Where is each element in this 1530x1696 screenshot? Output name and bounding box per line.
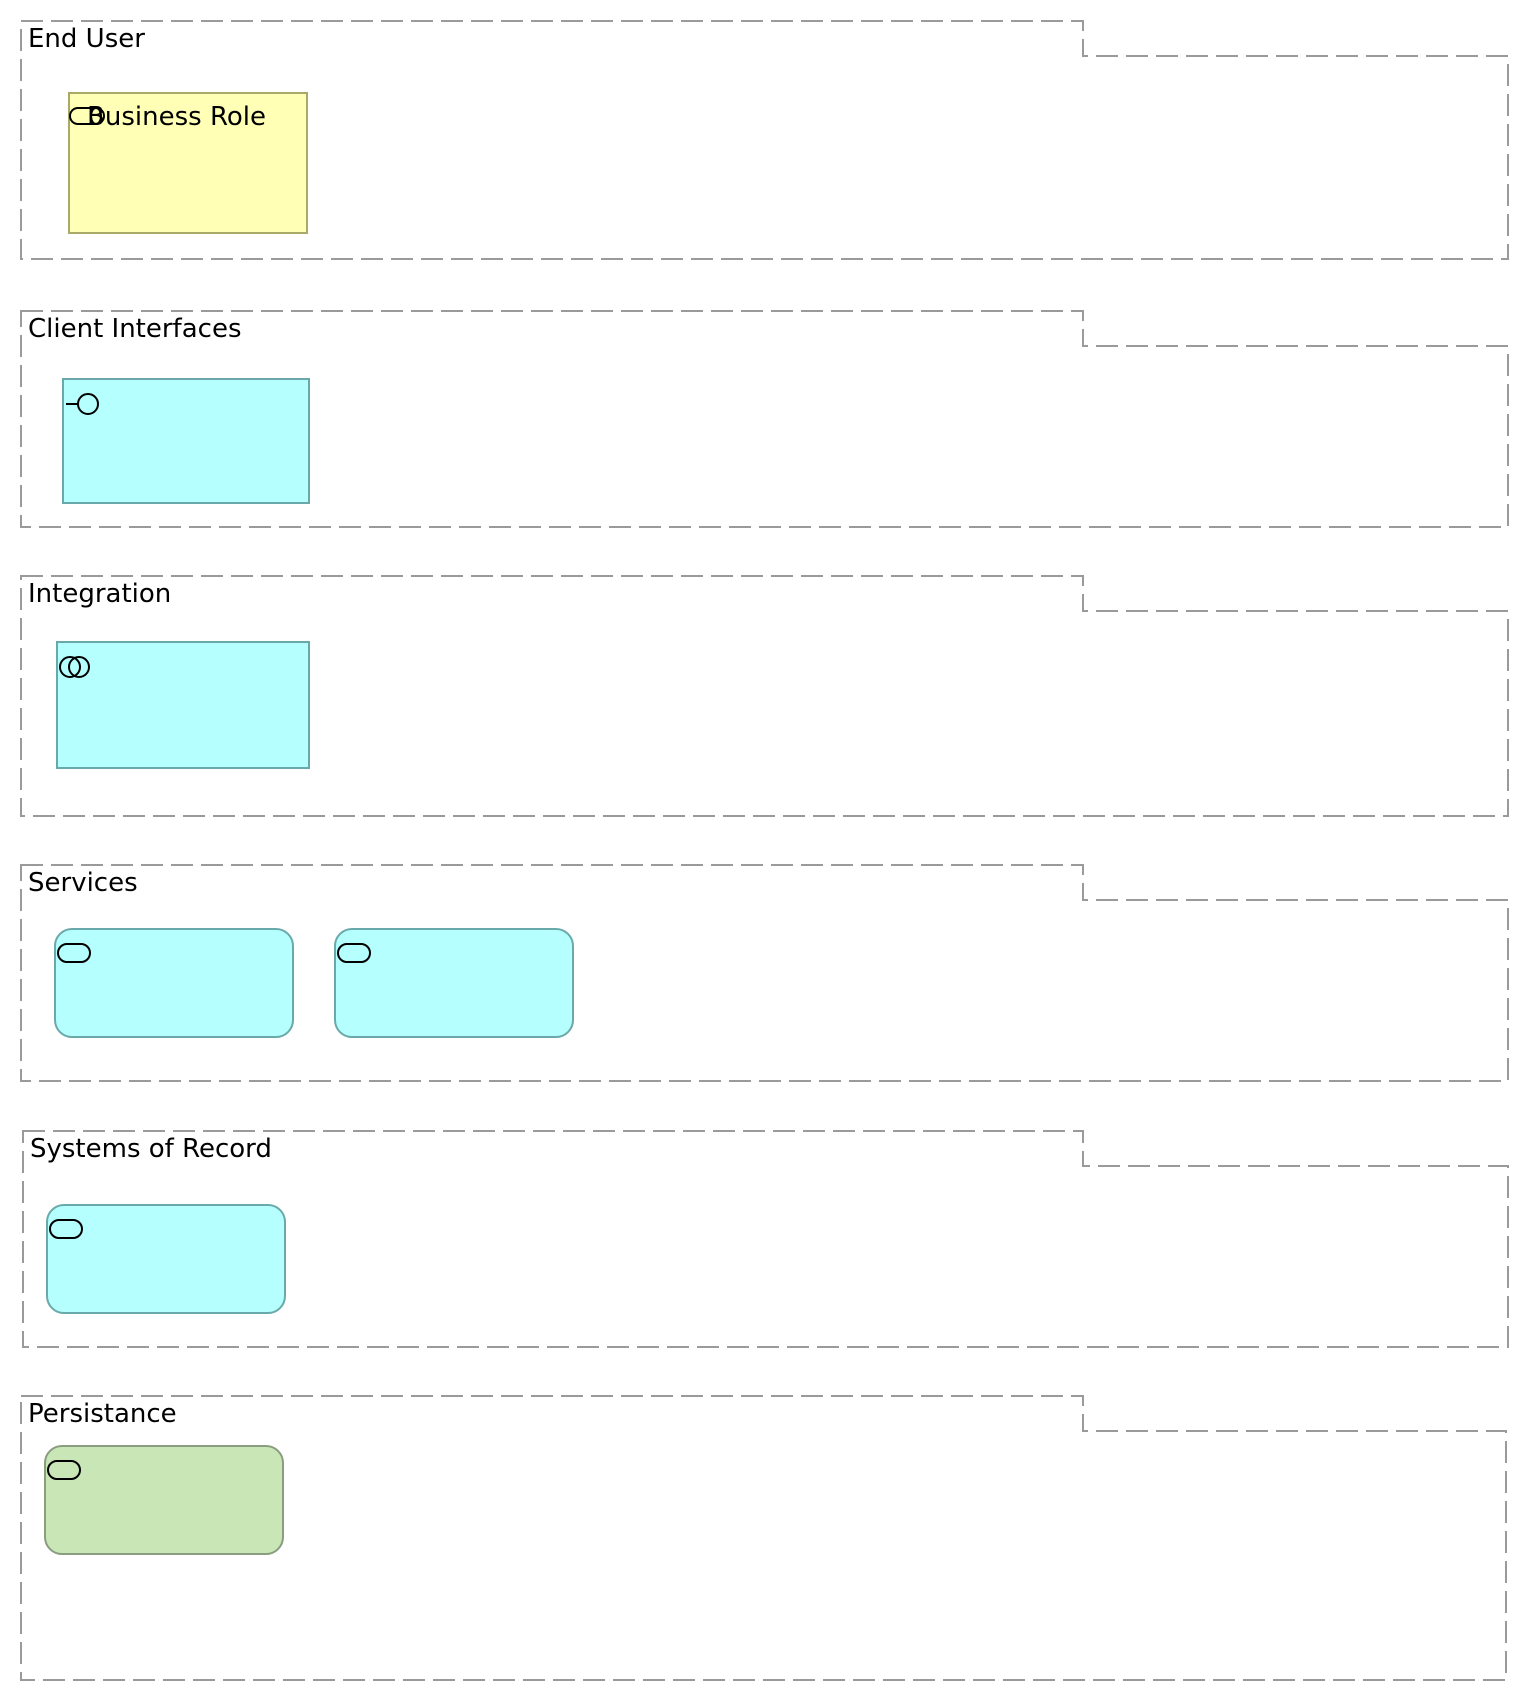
group-integration: Integration bbox=[20, 575, 1510, 817]
group-label: Persistance bbox=[28, 1399, 177, 1429]
application-service-element-1[interactable] bbox=[54, 928, 294, 1038]
business-role-element[interactable]: Business Role bbox=[68, 92, 308, 234]
group-label: Systems of Record bbox=[30, 1134, 272, 1164]
group-end-user: End User Business Role bbox=[20, 20, 1510, 260]
application-service-element-3[interactable] bbox=[46, 1204, 286, 1314]
technology-service-icon bbox=[47, 1460, 81, 1480]
application-collaboration-element[interactable] bbox=[56, 641, 310, 769]
technology-service-element[interactable] bbox=[44, 1445, 284, 1555]
element-label: Business Role bbox=[87, 102, 266, 132]
group-label: End User bbox=[28, 24, 145, 54]
application-interface-icon bbox=[66, 393, 99, 415]
group-services: Services bbox=[20, 864, 1510, 1082]
application-service-element-2[interactable] bbox=[334, 928, 574, 1038]
business-role-icon bbox=[69, 107, 105, 125]
group-persistance: Persistance bbox=[20, 1395, 1508, 1681]
application-interface-element[interactable] bbox=[62, 378, 310, 504]
application-service-icon bbox=[49, 1219, 83, 1239]
group-label: Services bbox=[28, 868, 138, 898]
application-collaboration-icon bbox=[59, 656, 90, 678]
application-service-icon bbox=[337, 943, 371, 963]
group-label: Client Interfaces bbox=[28, 314, 242, 344]
group-client-interfaces: Client Interfaces bbox=[20, 310, 1510, 528]
application-service-icon bbox=[57, 943, 91, 963]
group-systems-of-record: Systems of Record bbox=[22, 1130, 1510, 1348]
group-label: Integration bbox=[28, 579, 172, 609]
